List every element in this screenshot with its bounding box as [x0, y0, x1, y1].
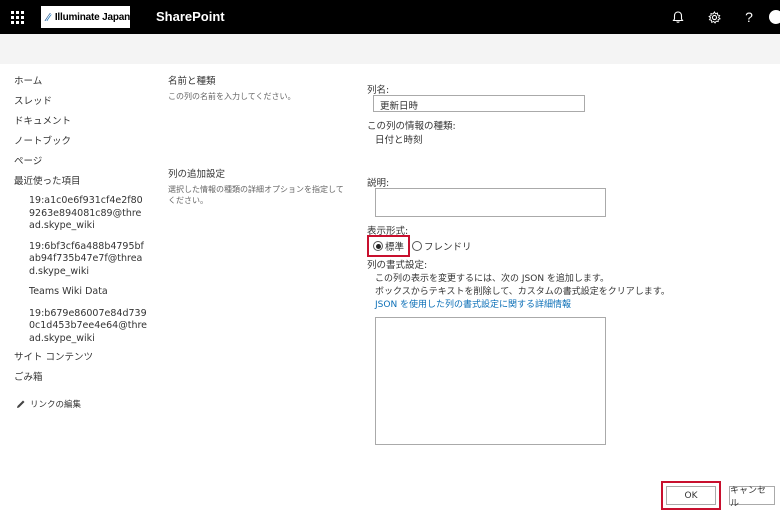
nav-recent-item[interactable]: 19:6bf3cf6a488b4795bfab94f735b47e7f@thre…: [29, 241, 147, 279]
nav-item-home[interactable]: ホーム: [14, 72, 149, 92]
section-additional-title: 列の追加設定: [168, 169, 226, 180]
description-label: 説明:: [367, 178, 390, 189]
radio-friendly-option[interactable]: フレンドリ: [412, 239, 472, 253]
edit-links-link[interactable]: リンクの編集: [16, 398, 149, 410]
cancel-button[interactable]: キャンセル: [729, 486, 775, 509]
nav-item-recycle-bin[interactable]: ごみ箱: [14, 368, 149, 388]
profile-icon[interactable]: [764, 0, 780, 34]
bell-icon[interactable]: [661, 0, 695, 34]
app-title[interactable]: SharePoint: [156, 9, 225, 24]
section-name-type-title: 名前と種類: [168, 76, 216, 87]
json-format-help-link[interactable]: JSON を使用した列の書式設定に関する詳細情報: [375, 297, 571, 310]
gear-icon[interactable]: [697, 0, 731, 34]
command-bar: [0, 34, 780, 64]
nav-recent-item[interactable]: 19:a1c0e6f931cf4e2f809263e894081c89@thre…: [29, 195, 147, 233]
radio-friendly-label: フレンドリ: [424, 242, 472, 253]
column-format-textarea[interactable]: [375, 317, 606, 445]
nav-recent-item[interactable]: 19:b679e86007e84d7390c1d453b7ee4e64@thre…: [29, 308, 147, 346]
nav-recent-item[interactable]: Teams Wiki Data: [29, 286, 147, 299]
format-help-line1: この列の表示を変更するには、次の JSON を追加します。: [375, 274, 610, 284]
nav-item-threads[interactable]: スレッド: [14, 92, 149, 112]
edit-links-label: リンクの編集: [30, 400, 82, 410]
logo-text: Illuminate Japan: [54, 11, 130, 23]
format-help-line2: ボックスからテキストを削除して、カスタムの書式設定をクリアします。: [375, 287, 670, 297]
suite-bar: Illuminate Japan SharePoint ?: [0, 0, 780, 34]
pencil-icon: [17, 400, 25, 408]
column-name-label: 列名:: [367, 85, 390, 96]
help-icon[interactable]: ?: [732, 0, 766, 34]
nav-item-notebook[interactable]: ノートブック: [14, 132, 149, 152]
ok-button[interactable]: OK: [666, 486, 716, 505]
radio-standard-button[interactable]: [373, 241, 383, 251]
nav-item-site-contents[interactable]: サイト コンテンツ: [14, 348, 149, 368]
description-textarea[interactable]: [375, 188, 606, 217]
radio-standard-label: 標準: [385, 242, 405, 253]
display-format-radio-group: 標準 フレンドリ: [367, 235, 472, 257]
left-navigation: ホーム スレッド ドキュメント ノートブック ページ 最近使った項目 19:a1…: [14, 72, 149, 410]
app-launcher-icon[interactable]: [0, 0, 34, 34]
logo-mark-icon: [44, 13, 52, 21]
nav-item-recent[interactable]: 最近使った項目: [14, 172, 149, 192]
nav-item-pages[interactable]: ページ: [14, 152, 149, 172]
radio-friendly-button[interactable]: [412, 241, 423, 251]
column-name-input[interactable]: 更新日時: [373, 95, 585, 112]
nav-item-documents[interactable]: ドキュメント: [14, 112, 149, 132]
section-additional-desc: 選択した情報の種類の詳細オプションを指定してください。: [168, 185, 344, 205]
info-type-label: この列の情報の種類:: [367, 121, 456, 132]
section-name-type-desc: この列の名前を入力してください。: [168, 92, 296, 101]
radio-standard-option[interactable]: 標準: [367, 235, 411, 257]
column-format-label: 列の書式設定:: [367, 260, 428, 271]
info-type-value: 日付と時刻: [375, 135, 423, 146]
company-logo[interactable]: Illuminate Japan: [41, 6, 130, 28]
